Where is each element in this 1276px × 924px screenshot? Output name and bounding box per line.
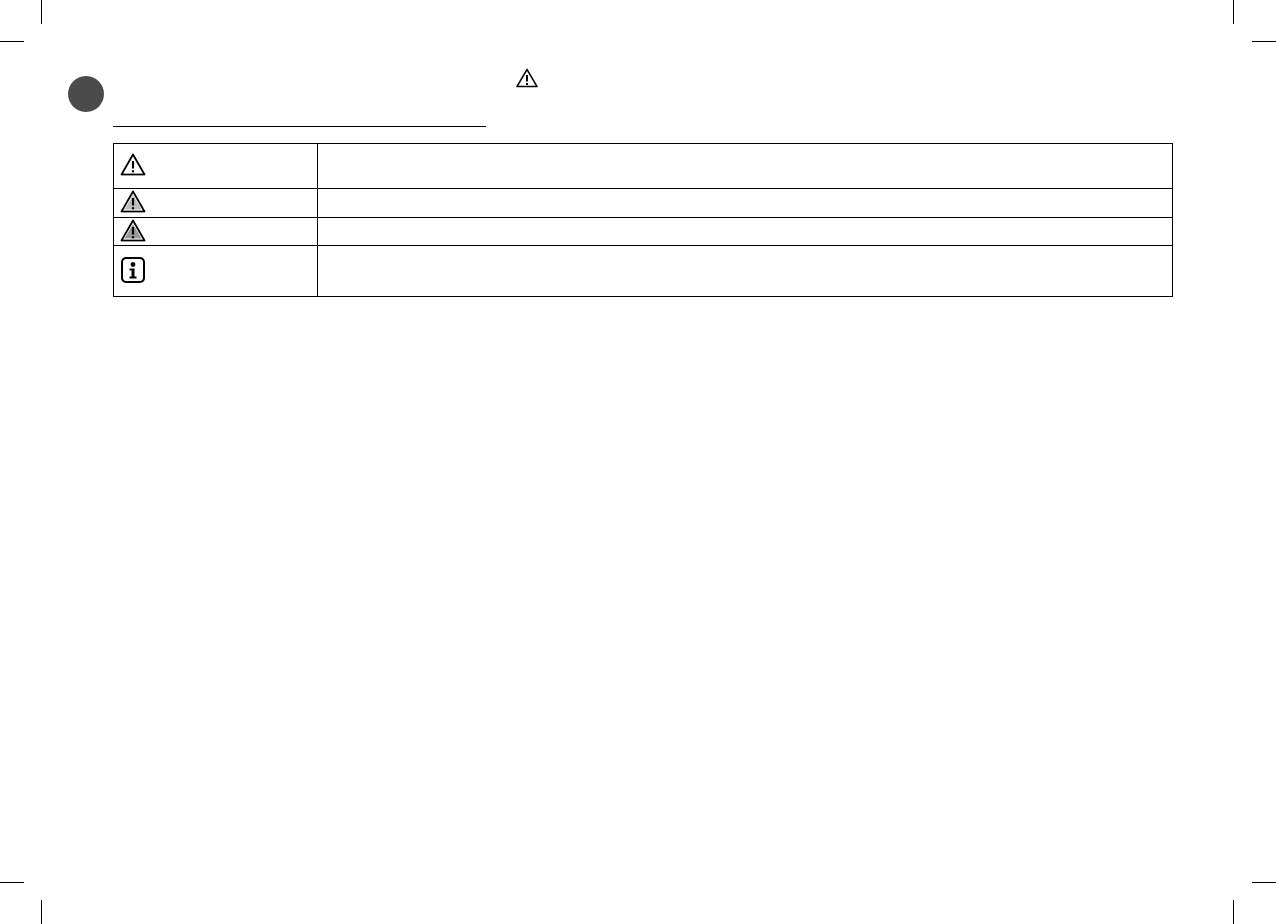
crop-mark-bottom-left-horizontal	[0, 882, 24, 883]
symbol-cell	[113, 188, 318, 218]
warning-triangle-icon	[516, 68, 538, 88]
description-cell	[317, 217, 1173, 246]
symbol-cell	[113, 143, 318, 189]
crop-mark-bottom-right-horizontal	[1252, 882, 1276, 883]
symbol-cell	[113, 245, 318, 297]
table-row	[113, 217, 1173, 246]
table-row	[113, 245, 1173, 297]
description-cell	[317, 188, 1173, 218]
symbol-cell	[113, 217, 318, 246]
table-row	[113, 143, 1173, 189]
section-circle-icon	[68, 76, 104, 112]
manual-page	[0, 0, 1276, 924]
crop-mark-top-right-vertical	[1233, 0, 1234, 24]
symbol-legend-table	[113, 143, 1173, 297]
warning-triangle-icon	[120, 190, 146, 216]
warning-triangle-icon	[120, 219, 146, 245]
crop-mark-bottom-left-vertical	[41, 900, 42, 924]
description-cell	[317, 245, 1173, 297]
information-icon	[120, 256, 146, 287]
crop-mark-top-left-horizontal	[0, 41, 24, 42]
crop-mark-top-right-horizontal	[1252, 41, 1276, 42]
crop-mark-bottom-right-vertical	[1233, 900, 1234, 924]
description-cell	[317, 143, 1173, 189]
crop-mark-top-left-vertical	[41, 0, 42, 24]
warning-triangle-icon	[120, 153, 146, 179]
table-row	[113, 188, 1173, 218]
title-underline	[113, 126, 486, 127]
